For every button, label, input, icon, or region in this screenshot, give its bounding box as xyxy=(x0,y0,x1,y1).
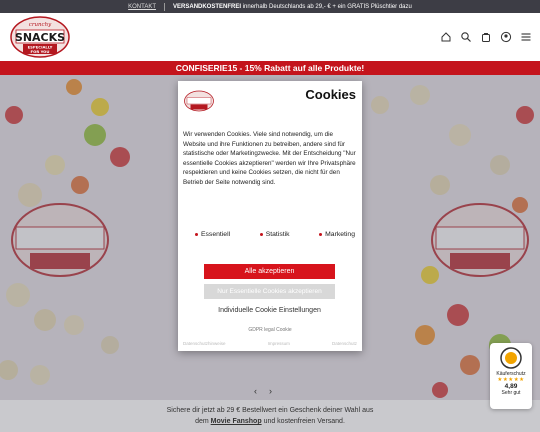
checkbox-statistics-label: Statistik xyxy=(265,231,290,238)
carousel-controls: ‹ › xyxy=(254,386,272,396)
user-icon[interactable] xyxy=(500,30,512,43)
checkbox-marketing-label: Marketing xyxy=(325,231,355,238)
gift-info-line1: Sichere dir jetzt ab 29 € Bestellwert ei… xyxy=(166,407,374,414)
privacy-link[interactable]: Datenschutz xyxy=(332,341,357,346)
gift-info-post: und kostenfreien Versand. xyxy=(263,418,345,425)
check-dot-icon xyxy=(319,232,323,236)
checkbox-marketing[interactable]: Marketing xyxy=(319,231,355,238)
shipping-info-rest: innerhalb Deutschlands ab 29,- € + ein G… xyxy=(242,3,412,10)
gift-info-line2: dem Movie Fanshop und kostenfreien Versa… xyxy=(0,416,540,427)
site-logo[interactable]: crunchy SNACKS ESPECIALLY FOR YOU xyxy=(10,15,70,59)
cookie-modal: Cookies Wir verwenden Cookies. Viele sin… xyxy=(178,81,362,351)
checkbox-statistics[interactable]: Statistik xyxy=(259,231,290,238)
shipping-info-bold: VERSANDKOSTENFREI xyxy=(173,3,242,10)
checkbox-essential[interactable]: Essentiell xyxy=(195,231,230,238)
promo-banner[interactable]: CONFISERIE15 - 15% Rabatt auf alle Produ… xyxy=(0,61,540,75)
modal-logo xyxy=(184,90,214,112)
header-icons xyxy=(440,30,532,43)
check-dot-icon xyxy=(259,232,263,236)
site-header: crunchy SNACKS ESPECIALLY FOR YOU xyxy=(0,13,540,61)
privacy-notes-link[interactable]: Datenschutzhinweise xyxy=(183,341,226,346)
movie-fanshop-link[interactable]: Movie Fanshop xyxy=(211,418,262,425)
svg-text:crunchy: crunchy xyxy=(29,22,52,28)
cookie-categories: Essentiell Statistik Marketing xyxy=(195,231,355,238)
divider xyxy=(164,2,166,11)
carousel-prev-icon[interactable]: ‹ xyxy=(254,386,257,396)
modal-description: Wir verwenden Cookies. Viele sind notwen… xyxy=(183,131,356,186)
gift-info-pre: dem xyxy=(195,418,209,425)
home-icon[interactable] xyxy=(440,30,452,42)
accept-essential-button[interactable]: Nur Essentielle Cookies akzeptieren xyxy=(204,284,335,299)
checkbox-essential-label: Essentiell xyxy=(201,231,231,238)
modal-footer-links: Datenschutzhinweise Impressum Datenschut… xyxy=(183,341,357,346)
trusted-shops-icon xyxy=(500,347,522,369)
trust-badge-rating: Sehr gut xyxy=(501,390,521,396)
individual-settings-button[interactable]: Individuelle Cookie Einstellungen xyxy=(204,303,335,318)
svg-text:SNACKS: SNACKS xyxy=(15,31,65,44)
contact-link[interactable]: KONTAKT xyxy=(128,4,156,10)
gift-info-bar: Sichere dir jetzt ab 29 € Bestellwert ei… xyxy=(0,400,540,432)
modal-title: Cookies xyxy=(305,87,356,102)
search-icon[interactable] xyxy=(460,30,472,42)
accept-all-button[interactable]: Alle akzeptieren xyxy=(204,264,335,279)
menu-icon[interactable] xyxy=(520,30,532,42)
cart-icon[interactable] xyxy=(480,30,492,42)
shipping-info: VERSANDKOSTENFREI innerhalb Deutschlands… xyxy=(173,4,412,10)
carousel-next-icon[interactable]: › xyxy=(269,386,272,396)
imprint-link[interactable]: Impressum xyxy=(268,341,290,346)
top-info-bar: KONTAKT VERSANDKOSTENFREI innerhalb Deut… xyxy=(0,0,540,13)
gdpr-label[interactable]: GDPR legal Cookie xyxy=(178,327,362,333)
trust-badge-score: 4,89 xyxy=(504,383,518,390)
svg-text:FOR YOU: FOR YOU xyxy=(31,49,50,54)
trust-badge[interactable]: Käuferschutz ★★★★★ 4,89 Sehr gut xyxy=(490,343,532,409)
check-dot-icon xyxy=(195,232,198,236)
